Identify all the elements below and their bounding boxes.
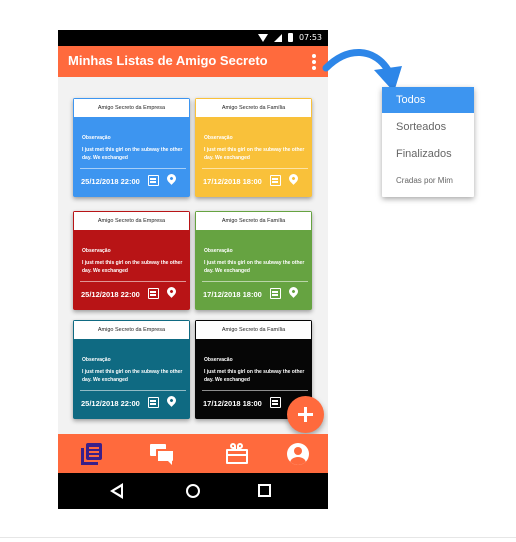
card-observation-text: I just met this girl on the subway the o… bbox=[82, 369, 183, 383]
list-card[interactable]: Amigo Secreto da Família Observação I ju… bbox=[195, 211, 312, 310]
card-date: 25/12/2018 22:00 bbox=[81, 399, 140, 408]
location-pin-icon[interactable] bbox=[287, 172, 300, 185]
calendar-icon[interactable] bbox=[148, 288, 159, 299]
divider bbox=[0, 537, 516, 538]
mockup-stage: 07:53 Minhas Listas de Amigo Secreto Ami… bbox=[0, 0, 516, 542]
signal-icon bbox=[273, 33, 282, 42]
card-divider bbox=[80, 390, 186, 391]
library-books-icon[interactable] bbox=[80, 442, 104, 466]
account-circle-icon[interactable] bbox=[286, 442, 310, 466]
card-title: Amigo Secreto da Família bbox=[195, 320, 312, 340]
bottom-navigation bbox=[58, 434, 328, 473]
filter-dropdown-menu: Todos Sorteados Finalizados Cradas por M… bbox=[382, 87, 474, 197]
card-title: Amigo Secreto da Empresa bbox=[73, 211, 190, 231]
card-date: 25/12/2018 22:00 bbox=[81, 177, 140, 186]
card-date: 25/12/2018 22:00 bbox=[81, 290, 140, 299]
card-divider bbox=[80, 168, 186, 169]
card-divider bbox=[80, 281, 186, 282]
page-title: Minhas Listas de Amigo Secreto bbox=[68, 53, 268, 68]
calendar-icon[interactable] bbox=[270, 175, 281, 186]
card-title: Amigo Secreto da Família bbox=[195, 211, 312, 231]
card-title: Amigo Secreto da Empresa bbox=[73, 98, 190, 118]
back-icon[interactable] bbox=[110, 483, 124, 499]
location-pin-icon[interactable] bbox=[287, 285, 300, 298]
home-icon[interactable] bbox=[186, 484, 200, 498]
battery-icon bbox=[287, 33, 293, 42]
card-observation-text: I just met this girl on the subway the o… bbox=[204, 147, 305, 161]
card-title: Amigo Secreto da Família bbox=[195, 98, 312, 118]
location-pin-icon[interactable] bbox=[165, 285, 178, 298]
gift-card-icon[interactable] bbox=[225, 442, 249, 466]
system-navigation-bar bbox=[58, 473, 328, 509]
calendar-icon[interactable] bbox=[148, 397, 159, 408]
list-card[interactable]: Amigo Secreto da Empresa Observação I ju… bbox=[73, 211, 190, 310]
card-observation-text: I just met this girl on the subway the o… bbox=[204, 369, 305, 383]
status-bar: 07:53 bbox=[58, 30, 328, 46]
location-pin-icon[interactable] bbox=[165, 394, 178, 407]
list-card[interactable]: Amigo Secreto da Empresa Observação I ju… bbox=[73, 98, 190, 197]
phone-frame: 07:53 Minhas Listas de Amigo Secreto Ami… bbox=[58, 30, 328, 509]
menu-item-finalizados[interactable]: Finalizados bbox=[382, 141, 474, 167]
card-observation-label: Observação bbox=[204, 248, 233, 254]
menu-item-todos[interactable]: Todos bbox=[382, 87, 474, 113]
card-date: 17/12/2018 18:00 bbox=[203, 399, 262, 408]
card-observation-label: Observação bbox=[204, 135, 233, 141]
card-observation-text: I just met this girl on the subway the o… bbox=[82, 147, 183, 161]
calendar-icon[interactable] bbox=[270, 288, 281, 299]
menu-item-sorteados[interactable]: Sorteados bbox=[382, 114, 474, 140]
card-observation-label: Observação bbox=[82, 135, 111, 141]
card-observation-text: I just met this girl on the subway the o… bbox=[82, 260, 183, 274]
card-divider bbox=[202, 390, 308, 391]
calendar-icon[interactable] bbox=[148, 175, 159, 186]
card-observation-label: Observação bbox=[82, 357, 111, 363]
card-observation-text: I just met this girl on the subway the o… bbox=[204, 260, 305, 274]
card-observation-label: Observação bbox=[82, 248, 111, 254]
arrow-shaft bbox=[322, 49, 392, 74]
app-bar: Minhas Listas de Amigo Secreto bbox=[58, 46, 328, 77]
card-date: 17/12/2018 18:00 bbox=[203, 290, 262, 299]
card-divider bbox=[202, 168, 308, 169]
forum-icon[interactable] bbox=[150, 442, 174, 466]
card-observation-label: Observacão bbox=[204, 357, 233, 363]
wifi-icon bbox=[257, 33, 268, 42]
card-divider bbox=[202, 281, 308, 282]
menu-item-criadas-por-mim[interactable]: Cradas por Mim bbox=[382, 168, 474, 194]
more-vert-icon[interactable] bbox=[310, 52, 318, 72]
add-list-button[interactable] bbox=[287, 396, 324, 433]
card-title: Amigo Secreto da Empresa bbox=[73, 320, 190, 340]
list-card[interactable]: Amigo Secreto da Empresa Observação I ju… bbox=[73, 320, 190, 419]
list-card[interactable]: Amigo Secreto da Família Observação I ju… bbox=[195, 98, 312, 197]
recents-icon[interactable] bbox=[258, 484, 271, 497]
calendar-icon[interactable] bbox=[270, 397, 281, 408]
card-date: 17/12/2018 18:00 bbox=[203, 177, 262, 186]
location-pin-icon[interactable] bbox=[165, 172, 178, 185]
